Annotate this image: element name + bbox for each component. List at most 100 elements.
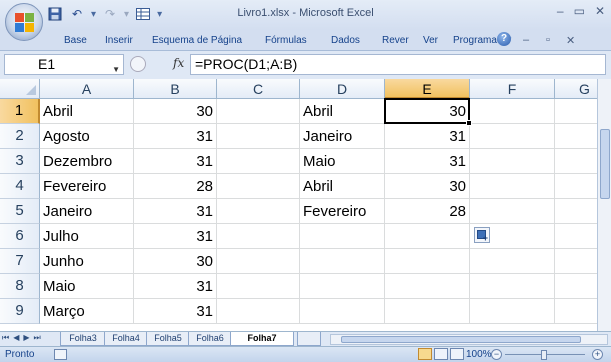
row-header-8[interactable]: 8: [0, 274, 40, 299]
last-sheet-icon[interactable]: ⏭: [34, 333, 41, 343]
formula-input[interactable]: =PROC(D1;A:B): [190, 54, 606, 75]
cell-e4[interactable]: 30: [385, 174, 470, 199]
tab-ver[interactable]: Ver: [423, 35, 438, 46]
column-header-e[interactable]: E: [385, 79, 470, 99]
name-box[interactable]: E1 ▼: [4, 54, 124, 75]
prev-sheet-icon[interactable]: ◀: [13, 333, 19, 343]
chevron-down-icon[interactable]: ▼: [112, 60, 120, 79]
cell-d3[interactable]: Maio: [300, 149, 385, 174]
cell-e1[interactable]: 30: [385, 99, 470, 124]
cell-d7[interactable]: [300, 249, 385, 274]
cell-b6[interactable]: 31: [134, 224, 217, 249]
vertical-scrollbar[interactable]: [597, 79, 611, 331]
cell-e3[interactable]: 31: [385, 149, 470, 174]
cell-e8[interactable]: [385, 274, 470, 299]
tab-formulas[interactable]: Fórmulas: [265, 35, 307, 46]
macro-record-icon[interactable]: [54, 349, 67, 360]
row-header-4[interactable]: 4: [0, 174, 40, 199]
sheet-tab-folha4[interactable]: Folha4: [104, 332, 148, 346]
cell-f1[interactable]: [470, 99, 555, 124]
column-header-f[interactable]: F: [470, 79, 555, 99]
cell-f4[interactable]: [470, 174, 555, 199]
tab-dados[interactable]: Dados: [331, 35, 360, 46]
cell-c9[interactable]: [217, 299, 300, 324]
cell-b8[interactable]: 31: [134, 274, 217, 299]
ribbon-minimize-icon[interactable]: –: [523, 34, 529, 46]
help-icon[interactable]: ?: [497, 32, 511, 46]
cancel-edit-icon[interactable]: [130, 56, 146, 72]
page-layout-view-icon[interactable]: [434, 348, 448, 360]
cell-d8[interactable]: [300, 274, 385, 299]
cell-e2[interactable]: 31: [385, 124, 470, 149]
first-sheet-icon[interactable]: ⏮: [2, 333, 9, 343]
cell-e9[interactable]: [385, 299, 470, 324]
cell-d1[interactable]: Abril: [300, 99, 385, 124]
ribbon-close-icon[interactable]: ✕: [566, 34, 575, 47]
cell-f7[interactable]: [470, 249, 555, 274]
cell-a7[interactable]: Junho: [40, 249, 134, 274]
sheet-tab-folha7[interactable]: Folha7: [230, 332, 294, 346]
horizontal-scrollbar[interactable]: [330, 334, 608, 345]
insert-sheet-icon[interactable]: [297, 332, 321, 346]
column-header-d[interactable]: D: [300, 79, 385, 99]
cell-e7[interactable]: [385, 249, 470, 274]
sheet-tab-folha5[interactable]: Folha5: [146, 332, 190, 346]
cell-b2[interactable]: 31: [134, 124, 217, 149]
tab-rever[interactable]: Rever: [382, 35, 409, 46]
cell-b3[interactable]: 31: [134, 149, 217, 174]
cell-a2[interactable]: Agosto: [40, 124, 134, 149]
cell-d4[interactable]: Abril: [300, 174, 385, 199]
cell-a5[interactable]: Janeiro: [40, 199, 134, 224]
cell-a4[interactable]: Fevereiro: [40, 174, 134, 199]
paste-options-icon[interactable]: +: [474, 227, 490, 243]
fill-handle[interactable]: [466, 120, 472, 126]
zoom-slider-thumb[interactable]: [541, 350, 547, 360]
cell-c6[interactable]: [217, 224, 300, 249]
cell-b9[interactable]: 31: [134, 299, 217, 324]
cell-c1[interactable]: [217, 99, 300, 124]
horizontal-scroll-thumb[interactable]: [341, 336, 581, 343]
cell-e5[interactable]: 28: [385, 199, 470, 224]
page-break-view-icon[interactable]: [450, 348, 464, 360]
cell-a8[interactable]: Maio: [40, 274, 134, 299]
next-sheet-icon[interactable]: ▶: [23, 333, 29, 343]
cell-b1[interactable]: 30: [134, 99, 217, 124]
select-all-button[interactable]: [0, 79, 40, 99]
worksheet-grid[interactable]: A B C D E F G 1 Abril 30 Abril 30 2 Agosto 31 Janeiro 31…: [0, 79, 611, 331]
cell-c2[interactable]: [217, 124, 300, 149]
cell-b4[interactable]: 28: [134, 174, 217, 199]
column-header-c[interactable]: C: [217, 79, 300, 99]
zoom-in-icon[interactable]: +: [592, 349, 603, 360]
cell-f8[interactable]: [470, 274, 555, 299]
cell-f5[interactable]: [470, 199, 555, 224]
cell-d5[interactable]: Fevereiro: [300, 199, 385, 224]
row-header-1[interactable]: 1: [0, 99, 40, 124]
cell-b5[interactable]: 31: [134, 199, 217, 224]
cell-e6[interactable]: [385, 224, 470, 249]
ribbon-restore-icon[interactable]: ▫: [546, 34, 550, 46]
cell-a3[interactable]: Dezembro: [40, 149, 134, 174]
row-header-7[interactable]: 7: [0, 249, 40, 274]
row-header-2[interactable]: 2: [0, 124, 40, 149]
row-header-9[interactable]: 9: [0, 299, 40, 324]
maximize-icon[interactable]: ▭: [574, 4, 585, 18]
cell-a1[interactable]: Abril: [40, 99, 134, 124]
cell-a9[interactable]: Março: [40, 299, 134, 324]
row-header-5[interactable]: 5: [0, 199, 40, 224]
insert-function-button[interactable]: fx: [173, 56, 184, 70]
normal-view-icon[interactable]: [418, 348, 432, 360]
cell-d9[interactable]: [300, 299, 385, 324]
cell-a6[interactable]: Julho: [40, 224, 134, 249]
row-header-6[interactable]: 6: [0, 224, 40, 249]
zoom-level[interactable]: 100%: [466, 349, 492, 360]
cell-f2[interactable]: [470, 124, 555, 149]
cell-c7[interactable]: [217, 249, 300, 274]
cell-b7[interactable]: 30: [134, 249, 217, 274]
tab-inserir[interactable]: Inserir: [105, 35, 133, 46]
cell-c4[interactable]: [217, 174, 300, 199]
zoom-out-icon[interactable]: −: [491, 349, 502, 360]
cell-c5[interactable]: [217, 199, 300, 224]
sheet-tab-folha6[interactable]: Folha6: [188, 332, 232, 346]
tab-esquema-de-pagina[interactable]: Esquema de Página: [152, 35, 242, 46]
close-icon[interactable]: ✕: [595, 4, 605, 18]
